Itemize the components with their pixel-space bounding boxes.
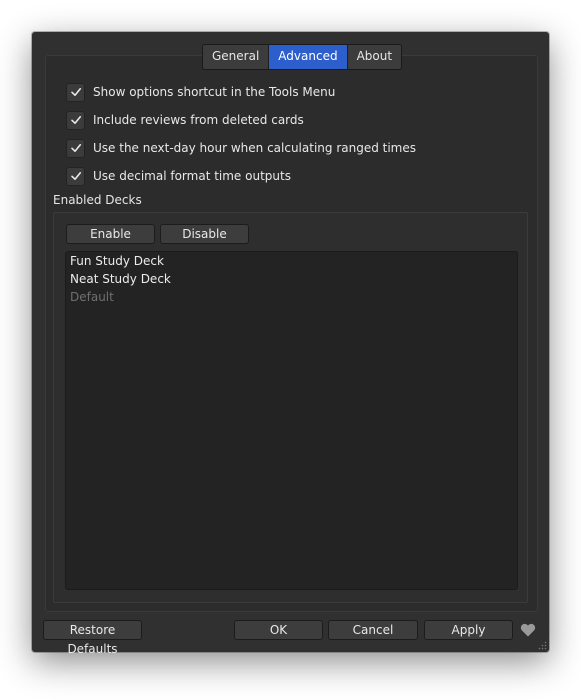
- checkbox[interactable]: [66, 166, 85, 186]
- tab-about[interactable]: About: [347, 45, 402, 69]
- option-tools-menu-shortcut[interactable]: Show options shortcut in the Tools Menu: [66, 82, 335, 102]
- check-icon: [70, 172, 81, 180]
- option-label: Include reviews from deleted cards: [93, 113, 304, 127]
- restore-defaults-button[interactable]: Restore Defaults: [43, 620, 142, 656]
- tab-general[interactable]: General: [203, 45, 270, 69]
- enabled-decks-title: Enabled Decks: [53, 193, 142, 207]
- deck-item-neat-study-deck[interactable]: Neat Study Deck: [66, 270, 517, 288]
- enable-button[interactable]: Enable: [66, 224, 155, 244]
- disable-button[interactable]: Disable: [160, 224, 249, 244]
- tab-bar: General Advanced About: [202, 44, 403, 70]
- enabled-decks-group: Enable Disable Fun Study Deck Neat Study…: [53, 212, 528, 603]
- check-icon: [70, 88, 81, 96]
- tab-advanced[interactable]: Advanced: [269, 45, 348, 69]
- option-label: Use the next-day hour when calculating r…: [93, 141, 417, 155]
- deck-item-default[interactable]: Default: [66, 288, 517, 306]
- deck-item-fun-study-deck[interactable]: Fun Study Deck: [66, 252, 517, 270]
- options-dialog: General Advanced About Show options shor…: [32, 32, 549, 656]
- option-decimal-time-format[interactable]: Use decimal format time outputs: [66, 166, 291, 186]
- ok-button[interactable]: OK: [234, 620, 323, 640]
- checkbox[interactable]: [66, 110, 85, 130]
- check-icon: [70, 116, 81, 124]
- checkbox[interactable]: [66, 138, 85, 158]
- cancel-button[interactable]: Cancel: [328, 620, 418, 640]
- option-label: Show options shortcut in the Tools Menu: [93, 85, 336, 99]
- resize-grip-icon[interactable]: [537, 640, 547, 650]
- deck-list[interactable]: Fun Study Deck Neat Study Deck Default: [65, 251, 518, 590]
- apply-button[interactable]: Apply: [424, 620, 513, 640]
- option-label: Use decimal format time outputs: [93, 169, 291, 183]
- check-icon: [70, 144, 81, 152]
- option-next-day-hour[interactable]: Use the next-day hour when calculating r…: [66, 138, 416, 158]
- checkbox[interactable]: [66, 82, 85, 102]
- option-include-deleted-reviews[interactable]: Include reviews from deleted cards: [66, 110, 304, 130]
- heart-icon[interactable]: [519, 621, 537, 639]
